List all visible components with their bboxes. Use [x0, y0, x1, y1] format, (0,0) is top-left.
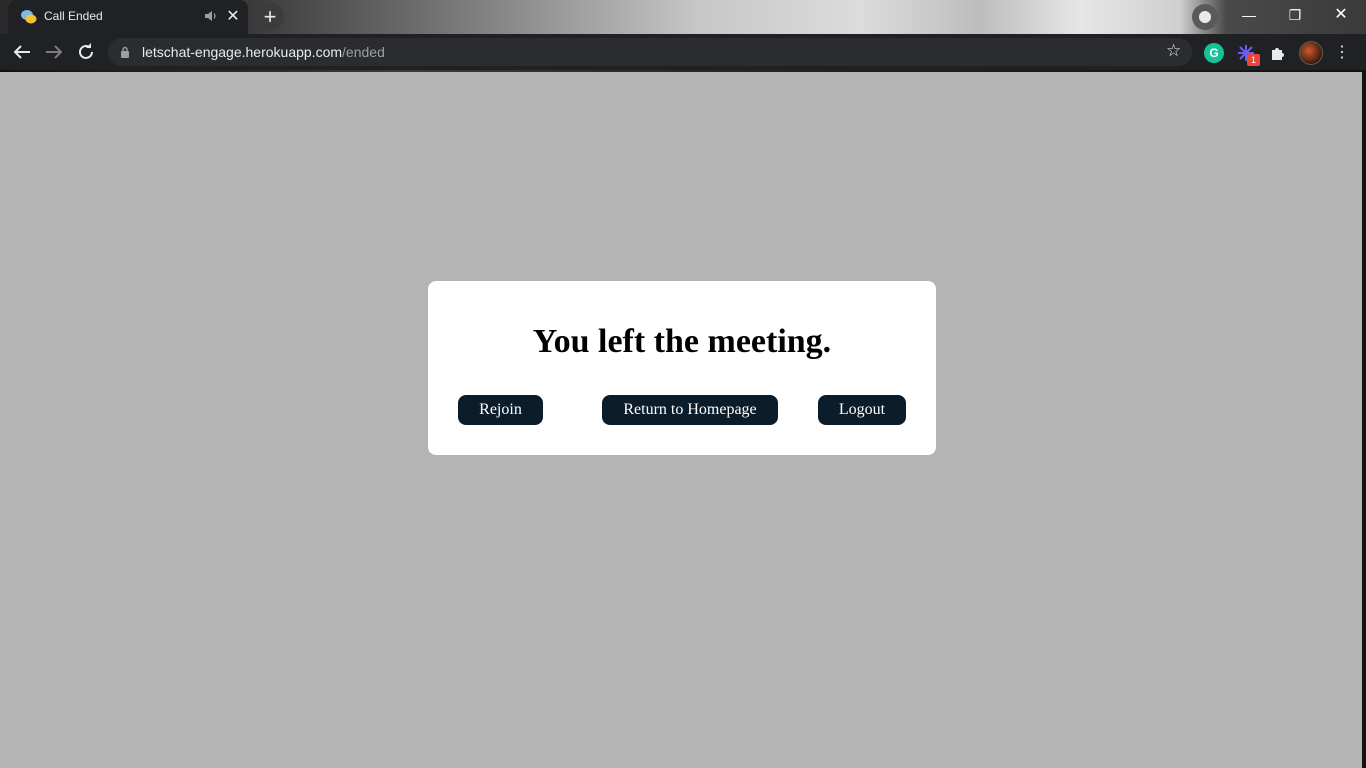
call-ended-dialog: You left the meeting. Rejoin Return to H…	[428, 281, 936, 455]
tab-search-icon[interactable]	[1192, 4, 1218, 30]
reload-icon[interactable]	[74, 40, 98, 64]
url-path: /ended	[342, 44, 385, 60]
url-text[interactable]: letschat-engage.herokuapp.com/ended	[142, 44, 385, 60]
more-menu-icon[interactable]: ⋮	[1334, 42, 1350, 64]
tab-close-icon[interactable]: ✕	[224, 8, 242, 26]
return-homepage-button[interactable]: Return to Homepage	[602, 395, 778, 425]
profile-avatar[interactable]	[1299, 41, 1323, 65]
tab-title: Call Ended	[44, 9, 103, 23]
speaker-icon[interactable]	[204, 10, 218, 22]
grammarly-extension-icon[interactable]: G	[1204, 43, 1224, 63]
window-close-icon[interactable]: ✕	[1318, 0, 1364, 30]
restore-icon[interactable]: ❐	[1272, 0, 1318, 30]
scrollbar-edge	[1362, 72, 1366, 768]
forward-arrow-icon[interactable]	[42, 40, 66, 64]
browser-toolbar: letschat-engage.herokuapp.com/ended ☆	[0, 34, 1366, 70]
rejoin-button[interactable]: Rejoin	[458, 395, 543, 425]
new-tab-button[interactable]: +	[256, 3, 284, 31]
url-host: letschat-engage.herokuapp.com	[142, 44, 343, 60]
browser-tab[interactable]: Call Ended ✕	[8, 0, 248, 34]
extensions-puzzle-icon[interactable]	[1268, 43, 1288, 63]
dialog-title: You left the meeting.	[532, 323, 832, 360]
bookmark-star-icon[interactable]: ☆	[1166, 41, 1181, 61]
browser-titlebar: Call Ended ✕ + — ❐ ✕	[0, 0, 1366, 34]
chat-bubbles-icon	[21, 10, 37, 24]
extension-badge: 1	[1247, 54, 1260, 66]
logout-button[interactable]: Logout	[818, 395, 906, 425]
toolbar-divider	[0, 70, 1366, 72]
lock-icon[interactable]	[120, 46, 130, 58]
address-bar[interactable]: letschat-engage.herokuapp.com/ended ☆	[108, 38, 1192, 66]
minimize-icon[interactable]: —	[1226, 0, 1272, 30]
back-arrow-icon[interactable]	[10, 40, 34, 64]
